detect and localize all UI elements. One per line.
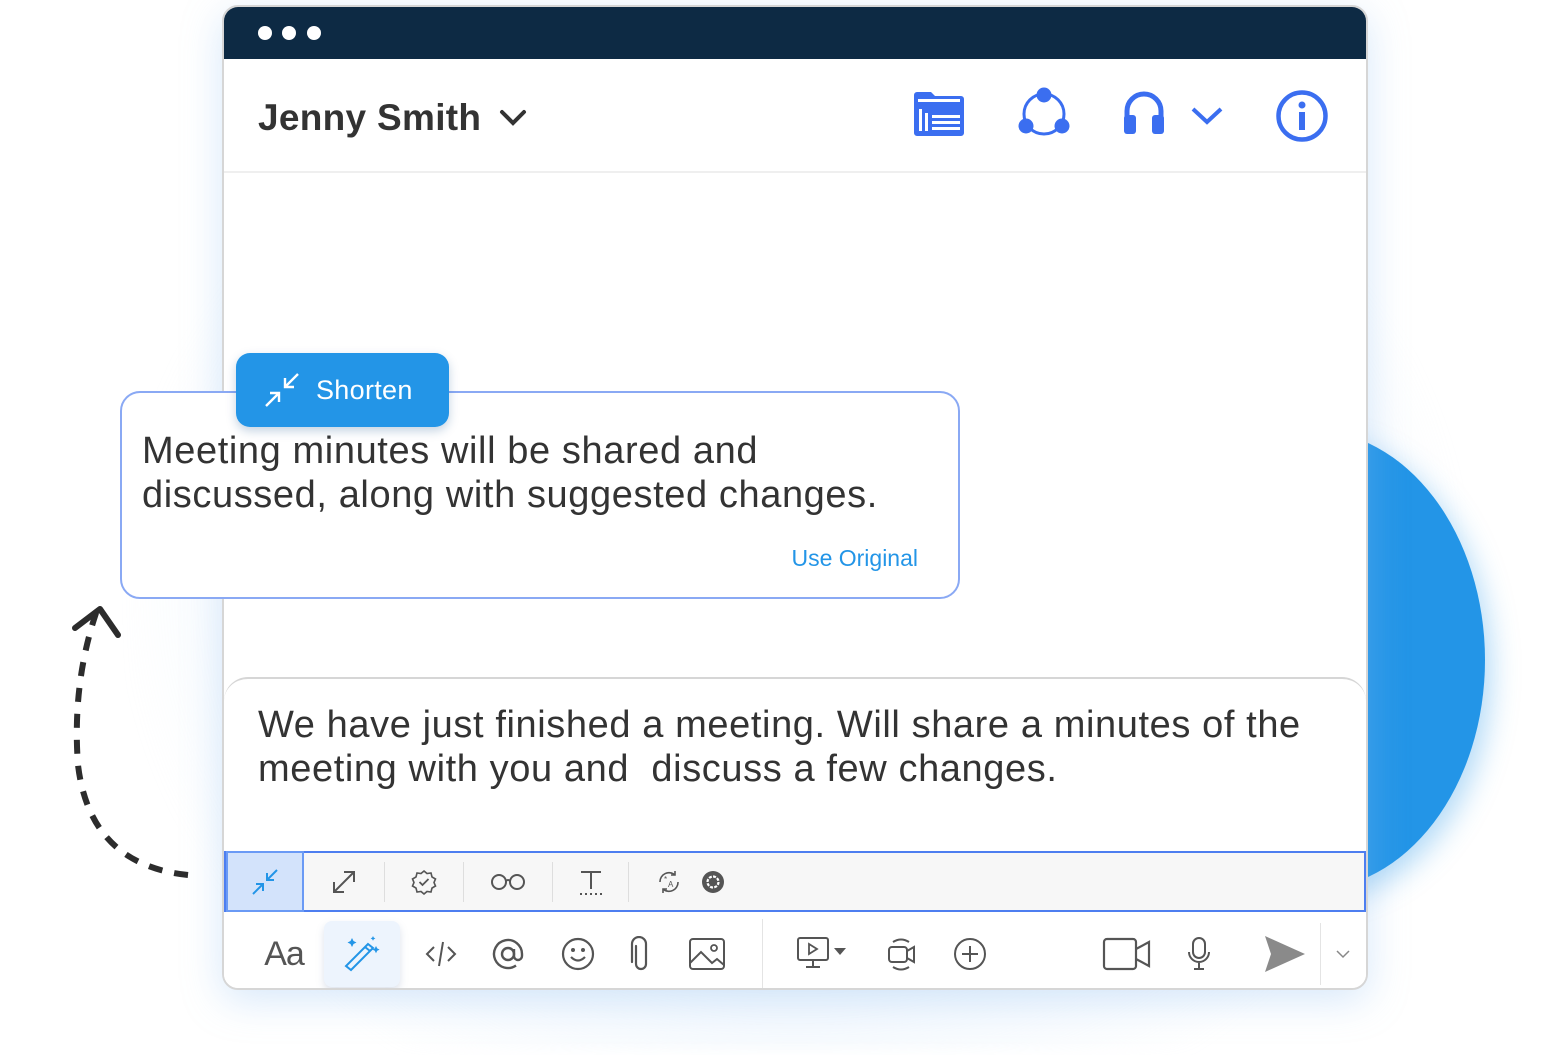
video-message-icon	[888, 938, 915, 971]
format-text-label: Aa	[264, 934, 305, 973]
ai-toolbar: * A	[224, 851, 1366, 912]
image-icon	[689, 938, 725, 970]
microphone-icon	[1188, 937, 1210, 970]
shorten-icon	[252, 868, 278, 895]
emoji-icon	[561, 937, 595, 971]
glasses-icon	[491, 873, 525, 890]
format-text-button[interactable]: Aa	[254, 915, 314, 988]
video-message-button[interactable]	[880, 915, 924, 988]
ai-settings-button[interactable]	[701, 853, 725, 910]
ai-magic-wand-button-icon-wrap[interactable]	[324, 915, 400, 988]
window-dot	[307, 26, 321, 40]
share-network-icon[interactable]	[1017, 87, 1071, 137]
send-button[interactable]	[1260, 915, 1310, 988]
plus-circle-icon	[954, 938, 986, 970]
chevron-down-icon	[1336, 950, 1350, 959]
video-camera-icon	[1102, 937, 1151, 971]
send-icon	[1265, 936, 1305, 972]
send-divider	[1320, 923, 1321, 985]
shorten-icon	[265, 373, 299, 407]
send-options-button[interactable]	[1328, 915, 1358, 988]
contact-selector[interactable]: Jenny Smith	[258, 97, 527, 139]
screen-share-button[interactable]	[794, 915, 854, 988]
ai-text-format-button[interactable]	[553, 853, 628, 910]
expand-icon	[333, 870, 355, 893]
window-dot	[258, 26, 272, 40]
ai-readability-button[interactable]	[464, 853, 552, 910]
dashed-arrow-icon	[72, 606, 189, 878]
headset-icon[interactable]	[1122, 91, 1166, 135]
info-icon[interactable]	[1275, 89, 1329, 143]
chat-header: Jenny Smith	[224, 59, 1366, 173]
suggestion-text: Meeting minutes will be shared and discu…	[142, 430, 878, 516]
magic-wand-icon	[344, 936, 380, 972]
chevron-down-icon[interactable]	[1190, 105, 1224, 127]
ai-shorten-button[interactable]	[226, 851, 304, 912]
chevron-down-icon	[500, 110, 527, 126]
title-bar	[224, 7, 1366, 59]
image-button[interactable]	[682, 915, 732, 988]
attachment-button[interactable]	[622, 915, 656, 988]
at-icon	[492, 938, 524, 970]
ai-expand-button[interactable]	[304, 853, 384, 910]
code-snippet-button[interactable]	[416, 915, 466, 988]
message-input[interactable]: We have just finished a meeting. Will sh…	[258, 703, 1338, 791]
paperclip-icon	[630, 936, 648, 971]
composer-actions: Aa	[224, 915, 1366, 988]
window-dot	[282, 26, 296, 40]
svg-text:A: A	[668, 880, 674, 889]
code-icon	[425, 941, 457, 967]
ai-proofread-button[interactable]	[385, 853, 463, 910]
microphone-button[interactable]	[1182, 915, 1216, 988]
badge-check-icon	[411, 869, 437, 895]
text-icon	[579, 870, 602, 895]
shorten-action-badge[interactable]: Shorten	[236, 353, 449, 427]
use-original-link[interactable]: Use Original	[791, 545, 918, 572]
message-composer[interactable]: We have just finished a meeting. Will sh…	[224, 677, 1366, 988]
emoji-button[interactable]	[556, 915, 600, 988]
mention-button[interactable]	[486, 915, 530, 988]
contact-name: Jenny Smith	[258, 97, 482, 138]
gear-icon	[702, 870, 724, 893]
shorten-label: Shorten	[316, 374, 413, 405]
add-button[interactable]	[948, 915, 992, 988]
actions-divider	[762, 919, 763, 988]
folder-list-icon[interactable]	[912, 91, 966, 137]
screen-share-icon	[797, 937, 846, 968]
video-call-button[interactable]	[1099, 915, 1155, 988]
translate-icon: * A	[659, 870, 679, 893]
ai-translate-button[interactable]: * A	[629, 853, 709, 910]
svg-text:*: *	[664, 875, 667, 884]
